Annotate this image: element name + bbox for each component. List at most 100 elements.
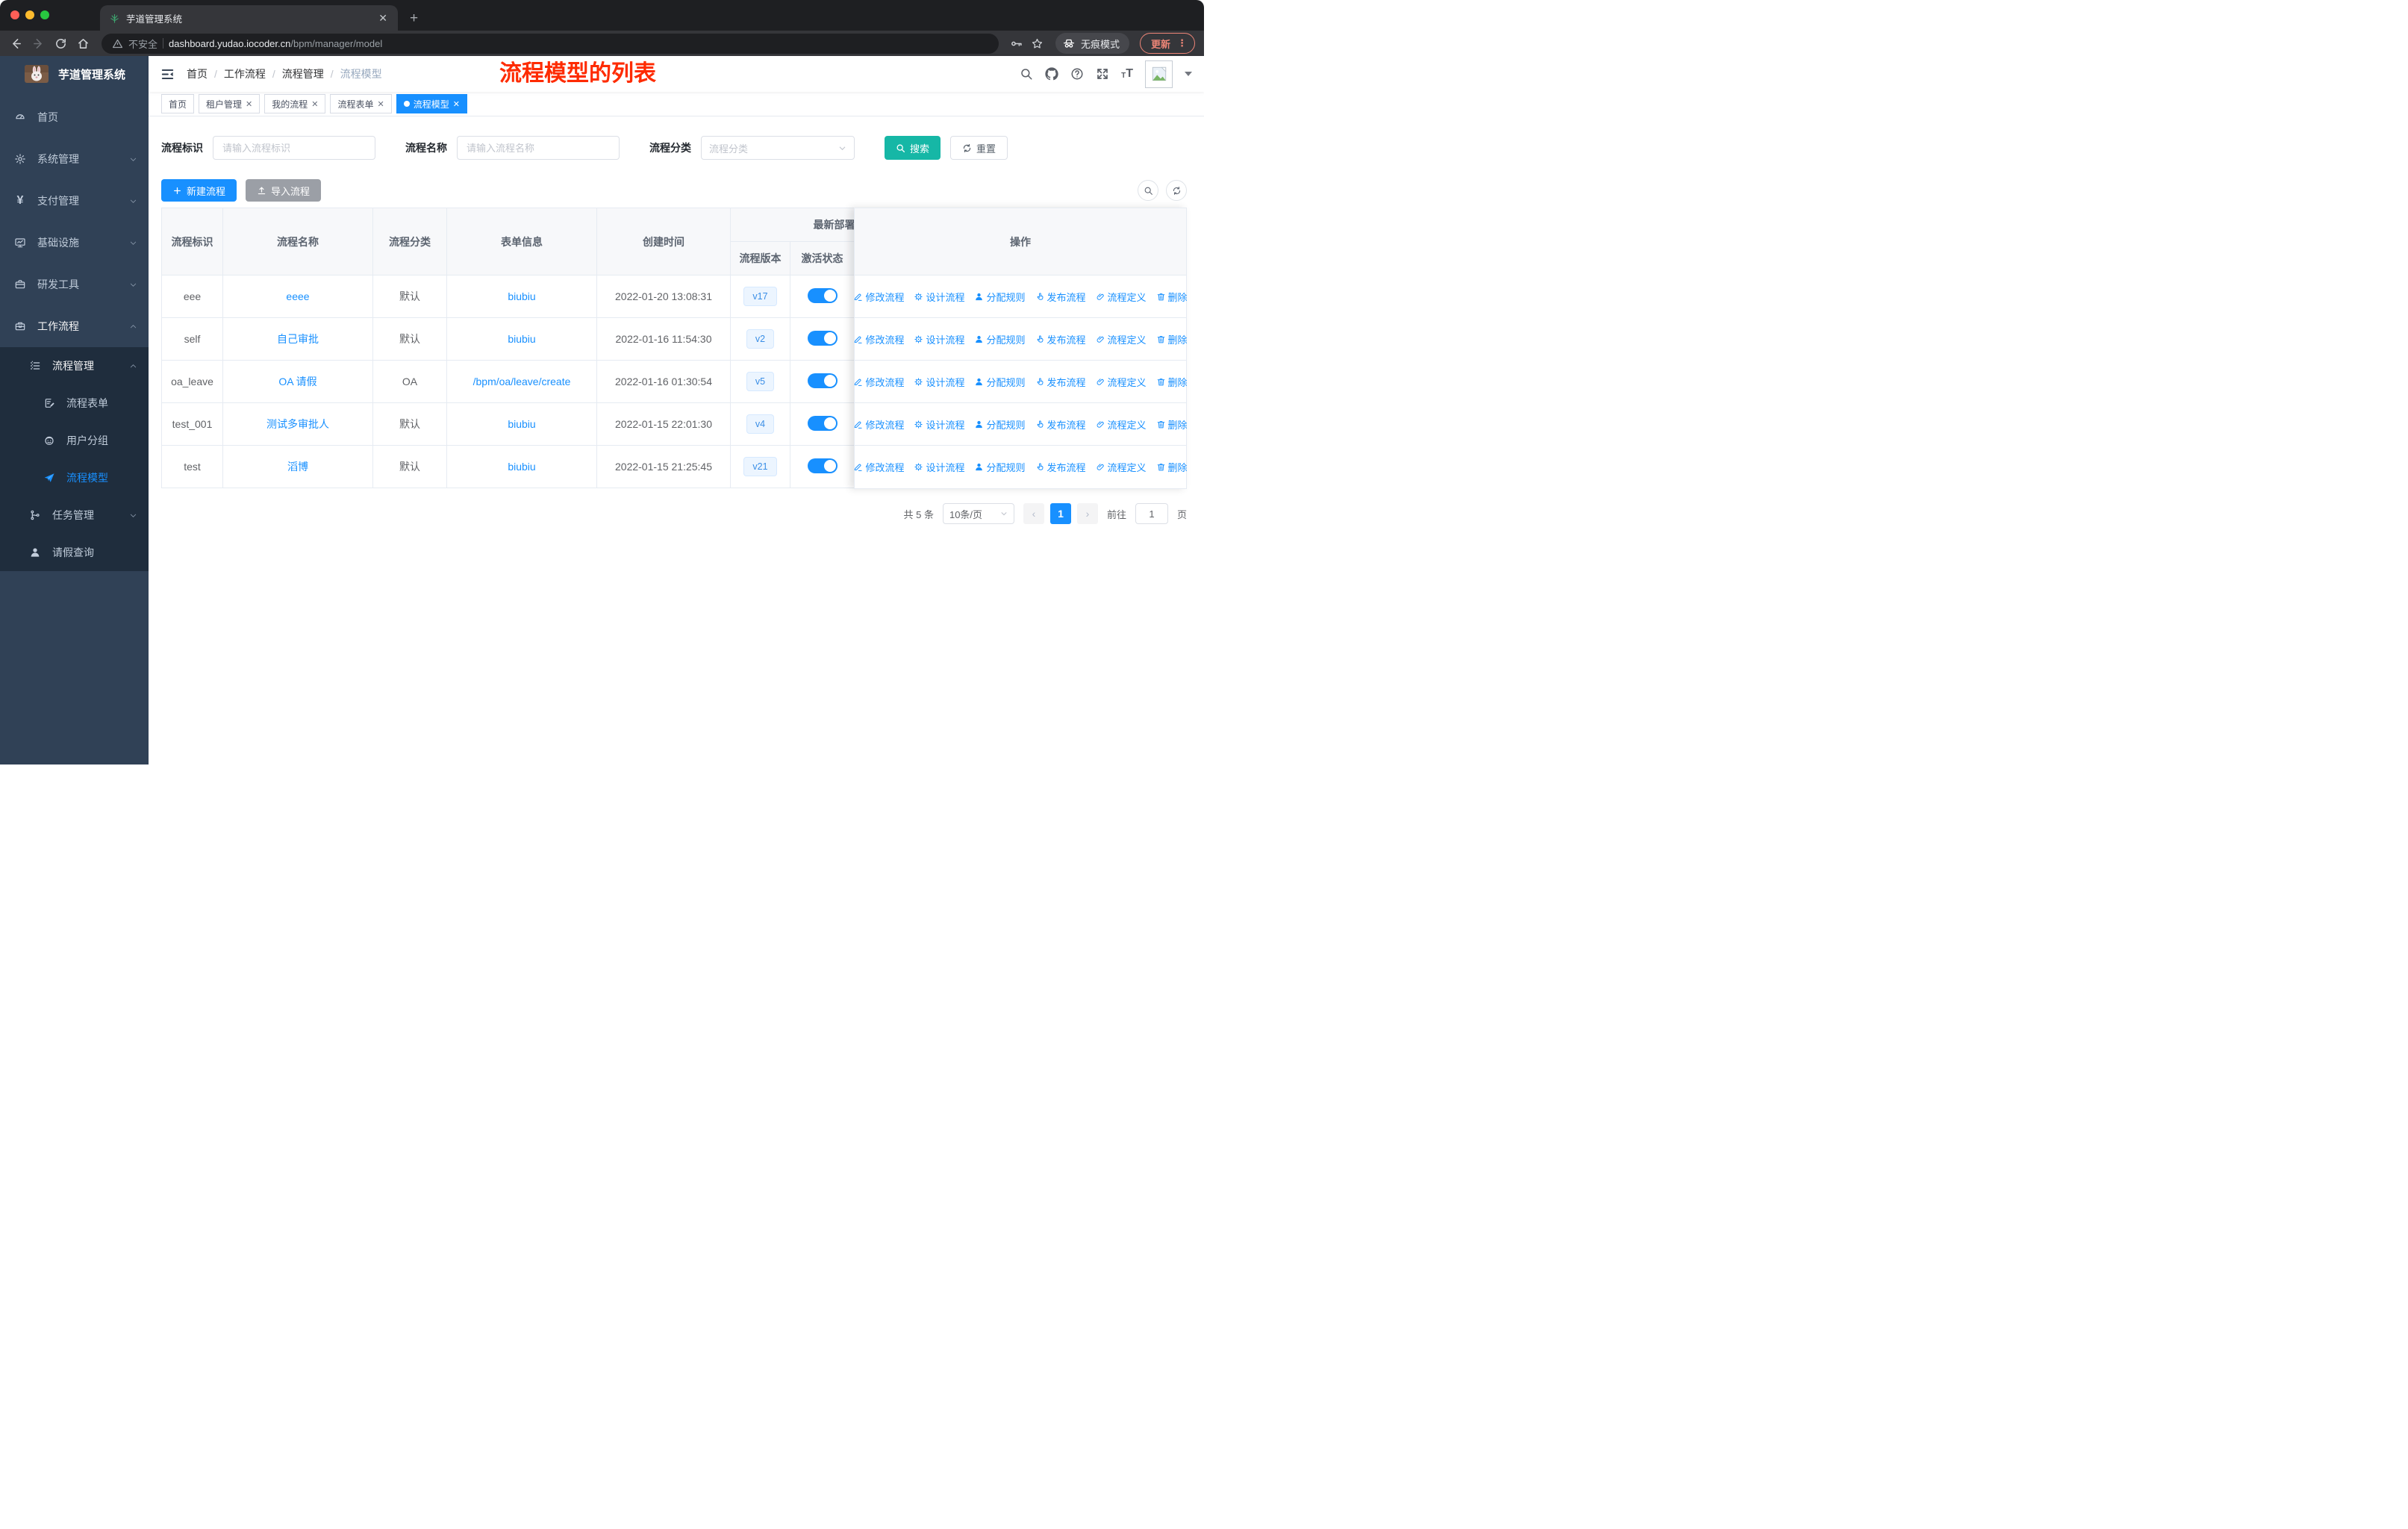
avatar-caret-icon[interactable]	[1185, 72, 1192, 76]
action-设计流程[interactable]: 设计流程	[914, 332, 964, 346]
action-修改流程[interactable]: 修改流程	[853, 460, 904, 474]
action-修改流程[interactable]: 修改流程	[853, 375, 904, 389]
sidebar-logo[interactable]: 芋道管理系统	[0, 56, 149, 92]
reload-button[interactable]	[51, 34, 70, 53]
action-发布流程[interactable]: 发布流程	[1035, 332, 1086, 346]
tag-close-icon[interactable]: ✕	[246, 99, 252, 109]
tag-流程表单[interactable]: 流程表单 ✕	[330, 94, 392, 113]
version-badge[interactable]: v4	[746, 414, 775, 434]
breadcrumb-process-mgmt[interactable]: 流程管理	[282, 66, 324, 81]
process-name-link[interactable]: 滔博	[287, 461, 308, 473]
action-分配规则[interactable]: 分配规则	[974, 417, 1026, 432]
tag-首页[interactable]: 首页	[161, 94, 195, 113]
sidebar-item-任务管理[interactable]: 任务管理	[0, 496, 149, 534]
active-toggle[interactable]	[807, 458, 838, 473]
action-流程定义[interactable]: 流程定义	[1096, 460, 1147, 474]
sidebar-item-请假查询[interactable]: 请假查询	[0, 534, 149, 571]
action-分配规则[interactable]: 分配规则	[974, 460, 1026, 474]
process-name-link[interactable]: 自己审批	[277, 333, 319, 345]
avatar[interactable]	[1145, 60, 1173, 88]
action-发布流程[interactable]: 发布流程	[1035, 290, 1086, 304]
action-发布流程[interactable]: 发布流程	[1035, 375, 1086, 389]
action-流程定义[interactable]: 流程定义	[1096, 417, 1147, 432]
next-page-button[interactable]: ›	[1076, 503, 1098, 524]
page-size-select[interactable]: 10条/页	[942, 503, 1014, 524]
process-name-link[interactable]: eeee	[286, 290, 309, 302]
form-info-link[interactable]: biubiu	[508, 461, 535, 473]
sidebar-item-流程模型[interactable]: 流程模型	[0, 459, 149, 496]
breadcrumb-workflow[interactable]: 工作流程	[224, 66, 266, 81]
form-info-link[interactable]: biubiu	[508, 418, 535, 430]
active-toggle[interactable]	[807, 330, 838, 346]
forward-button[interactable]	[28, 34, 48, 53]
process-name-link[interactable]: 测试多审批人	[266, 418, 329, 430]
fullscreen-icon[interactable]	[1096, 67, 1109, 81]
goto-page-input[interactable]	[1135, 503, 1168, 524]
back-button[interactable]	[6, 34, 25, 53]
header-search-icon[interactable]	[1020, 67, 1033, 81]
close-window-button[interactable]	[10, 10, 19, 19]
show-search-toggle-button[interactable]	[1138, 180, 1158, 201]
breadcrumb-home[interactable]: 首页	[187, 66, 208, 81]
active-toggle[interactable]	[807, 415, 838, 431]
github-icon[interactable]	[1045, 67, 1058, 81]
sidebar-item-支付管理[interactable]: ¥ 支付管理	[0, 180, 149, 222]
update-button[interactable]: 更新 ⋮	[1139, 33, 1195, 54]
home-button[interactable]	[73, 34, 93, 53]
action-分配规则[interactable]: 分配规则	[974, 290, 1026, 304]
sidebar-item-工作流程[interactable]: 工作流程	[0, 305, 149, 347]
version-badge[interactable]: v5	[746, 372, 775, 391]
action-删除[interactable]: 删除	[1156, 460, 1188, 474]
action-设计流程[interactable]: 设计流程	[914, 417, 964, 432]
import-process-button[interactable]: 导入流程	[246, 179, 322, 202]
active-toggle[interactable]	[807, 373, 838, 388]
sidebar-item-研发工具[interactable]: 研发工具	[0, 264, 149, 305]
action-流程定义[interactable]: 流程定义	[1096, 375, 1147, 389]
process-name-link[interactable]: OA 请假	[278, 376, 316, 387]
action-分配规则[interactable]: 分配规则	[974, 332, 1026, 346]
version-badge[interactable]: v21	[743, 457, 777, 476]
tag-close-icon[interactable]: ✕	[453, 99, 460, 109]
action-修改流程[interactable]: 修改流程	[853, 332, 904, 346]
action-发布流程[interactable]: 发布流程	[1035, 417, 1086, 432]
action-修改流程[interactable]: 修改流程	[853, 417, 904, 432]
action-设计流程[interactable]: 设计流程	[914, 290, 964, 304]
action-删除[interactable]: 删除	[1156, 290, 1188, 304]
sidebar-item-系统管理[interactable]: 系统管理	[0, 138, 149, 180]
tag-租户管理[interactable]: 租户管理 ✕	[199, 94, 261, 113]
reset-button[interactable]: 重置	[950, 136, 1008, 160]
action-设计流程[interactable]: 设计流程	[914, 460, 964, 474]
passwords-key-icon[interactable]	[1008, 34, 1026, 52]
tag-close-icon[interactable]: ✕	[378, 99, 384, 109]
process-name-input[interactable]	[457, 136, 620, 160]
tag-流程模型[interactable]: 流程模型 ✕	[396, 94, 467, 113]
sidebar-item-流程表单[interactable]: 流程表单	[0, 384, 149, 422]
active-toggle[interactable]	[807, 287, 838, 303]
url-bar[interactable]: 不安全 dashboard.yudao.iocoder.cn/bpm/manag…	[102, 33, 999, 54]
new-tab-button[interactable]: +	[410, 11, 418, 25]
action-分配规则[interactable]: 分配规则	[974, 375, 1026, 389]
action-流程定义[interactable]: 流程定义	[1096, 332, 1147, 346]
sidebar-item-流程管理[interactable]: 流程管理	[0, 347, 149, 384]
tag-close-icon[interactable]: ✕	[311, 99, 318, 109]
page-1-button[interactable]: 1	[1049, 503, 1071, 524]
action-流程定义[interactable]: 流程定义	[1096, 290, 1147, 304]
bookmark-star-icon[interactable]	[1029, 34, 1047, 52]
sidebar-item-首页[interactable]: 首页	[0, 96, 149, 138]
action-删除[interactable]: 删除	[1156, 332, 1188, 346]
form-info-link[interactable]: /bpm/oa/leave/create	[473, 376, 571, 387]
sidebar-item-基础设施[interactable]: 基础设施	[0, 222, 149, 264]
form-info-link[interactable]: biubiu	[508, 290, 535, 302]
minimize-window-button[interactable]	[25, 10, 34, 19]
version-badge[interactable]: v17	[743, 287, 777, 306]
sidebar-collapse-icon[interactable]	[160, 67, 175, 81]
action-删除[interactable]: 删除	[1156, 417, 1188, 432]
action-发布流程[interactable]: 发布流程	[1035, 460, 1086, 474]
font-size-icon[interactable]: TT	[1121, 68, 1133, 80]
form-info-link[interactable]: biubiu	[508, 333, 535, 345]
help-icon[interactable]	[1070, 67, 1084, 81]
tag-我的流程[interactable]: 我的流程 ✕	[264, 94, 326, 113]
version-badge[interactable]: v2	[746, 329, 775, 349]
process-category-select[interactable]: 流程分类	[701, 136, 855, 160]
action-设计流程[interactable]: 设计流程	[914, 375, 964, 389]
